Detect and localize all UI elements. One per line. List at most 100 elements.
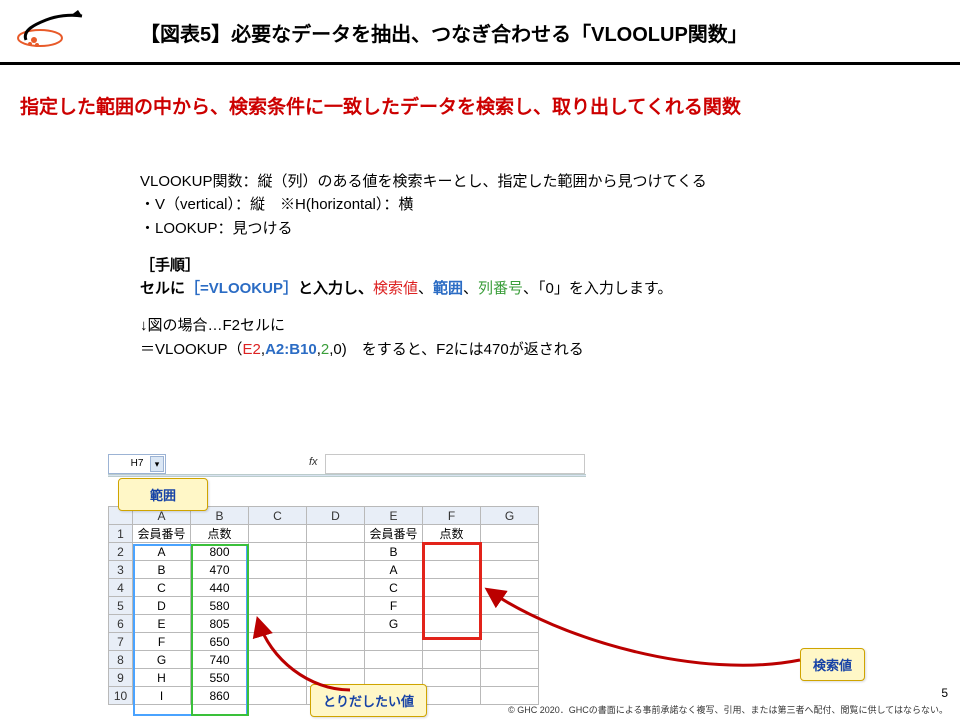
name-box-dropdown-icon: ▾ [150,456,164,472]
cell [481,669,539,687]
cell [307,561,365,579]
table-row: 4C440C [109,579,539,597]
rowhdr-1: 1 [109,525,133,543]
table-row: 5D580F [109,597,539,615]
cell [249,597,307,615]
cell-A1: 会員番号 [133,525,191,543]
proc-formula: ［=VLOOKUP］ [185,280,298,297]
cell: E [133,615,191,633]
callout-wanted-value: とりだしたい値 [310,684,427,717]
cell: I [133,687,191,705]
cell [307,615,365,633]
cell [249,543,307,561]
rowhdr: 2 [109,543,133,561]
cell: 580 [191,597,249,615]
callout-lookup-value: 検索値 [800,648,865,681]
cell [249,669,307,687]
cell [423,561,481,579]
cell-D1 [307,525,365,543]
table-row: 7F650 [109,633,539,651]
body-line-3: ・LOOKUP：見つける [140,217,860,240]
cell [423,669,481,687]
cell: H [133,669,191,687]
col-C: C [249,507,307,525]
arg-range: 範囲 [433,280,463,297]
ex2-e2: E2 [243,341,261,358]
cell [365,633,423,651]
proc-text-a: セルに [140,280,185,297]
cell [423,579,481,597]
cell [481,687,539,705]
cell: 805 [191,615,249,633]
cell: C [365,579,423,597]
table-row: 3B470A [109,561,539,579]
cell [249,579,307,597]
ex2-b: ,0) をすると、F2には470が返される [329,341,583,358]
cell: G [365,615,423,633]
cell: 470 [191,561,249,579]
cell [481,651,539,669]
spreadsheet-grid: A B C D E F G 1 会員番号 点数 会員番号 点数 2A800B3B… [108,506,539,705]
cell-C1 [249,525,307,543]
sep2: 、 [463,280,478,297]
rowhdr: 10 [109,687,133,705]
rowhdr: 9 [109,669,133,687]
sheet-top-edge [108,474,586,477]
cell [423,687,481,705]
col-E: E [365,507,423,525]
example-line-1: ↓図の場合…F2セルに [140,314,860,337]
procedure-line: セルに［=VLOOKUP］と入力し、検索値、範囲、列番号、「0」を入力します。 [140,277,860,300]
cell: 650 [191,633,249,651]
cell: C [133,579,191,597]
col-D: D [307,507,365,525]
cell-F1: 点数 [423,525,481,543]
cell [423,651,481,669]
cell [307,579,365,597]
rowhdr: 6 [109,615,133,633]
cell: 440 [191,579,249,597]
cell [307,651,365,669]
body-line-1: VLOOKUP関数：縦（列）のある値を検索キーとし、指定した範囲から見つけてくる [140,170,860,193]
ex2-col: 2 [321,341,329,358]
name-box: H7 ▾ [108,454,166,474]
formula-bar [325,454,585,474]
col-F: F [423,507,481,525]
cell: A [133,543,191,561]
example-line-2: ＝VLOOKUP（E2,A2:B10,2,0) をすると、F2には470が返され… [140,338,860,361]
col-G: G [481,507,539,525]
row-1: 1 会員番号 点数 会員番号 点数 [109,525,539,543]
cell: 860 [191,687,249,705]
cell [423,615,481,633]
cell [481,597,539,615]
rowhdr: 7 [109,633,133,651]
arg-lookup-value: 検索値 [373,280,418,297]
cell [249,651,307,669]
cell-G1 [481,525,539,543]
cell: F [365,597,423,615]
cell [249,615,307,633]
cell: A [365,561,423,579]
body-line-2: ・V（vertical）：縦 ※H(horizontal）：横 [140,193,860,216]
ex2-range: A2:B10 [265,341,317,358]
brand-logo [12,10,92,50]
cell [249,633,307,651]
slide-subtitle: 指定した範囲の中から、検索条件に一致したデータを検索し、取り出してくれる関数 [20,92,940,119]
table-row: 2A800 B [109,543,539,561]
cell-B1: 点数 [191,525,249,543]
cell [423,543,481,561]
cell: 740 [191,651,249,669]
cell: D [133,597,191,615]
cell [307,633,365,651]
cell: 800 [191,543,249,561]
body-text: VLOOKUP関数：縦（列）のある値を検索キーとし、指定した範囲から見つけてくる… [140,170,860,361]
cell: B [365,543,423,561]
proc-text-c: 、「0」を入力します。 [523,280,672,297]
cell [423,597,481,615]
cell [481,579,539,597]
cell [481,615,539,633]
table-row: 6E805 G [109,615,539,633]
ex2-a: ＝VLOOKUP（ [140,341,243,358]
cell: G [133,651,191,669]
cell [249,687,307,705]
title-rule [0,62,960,65]
